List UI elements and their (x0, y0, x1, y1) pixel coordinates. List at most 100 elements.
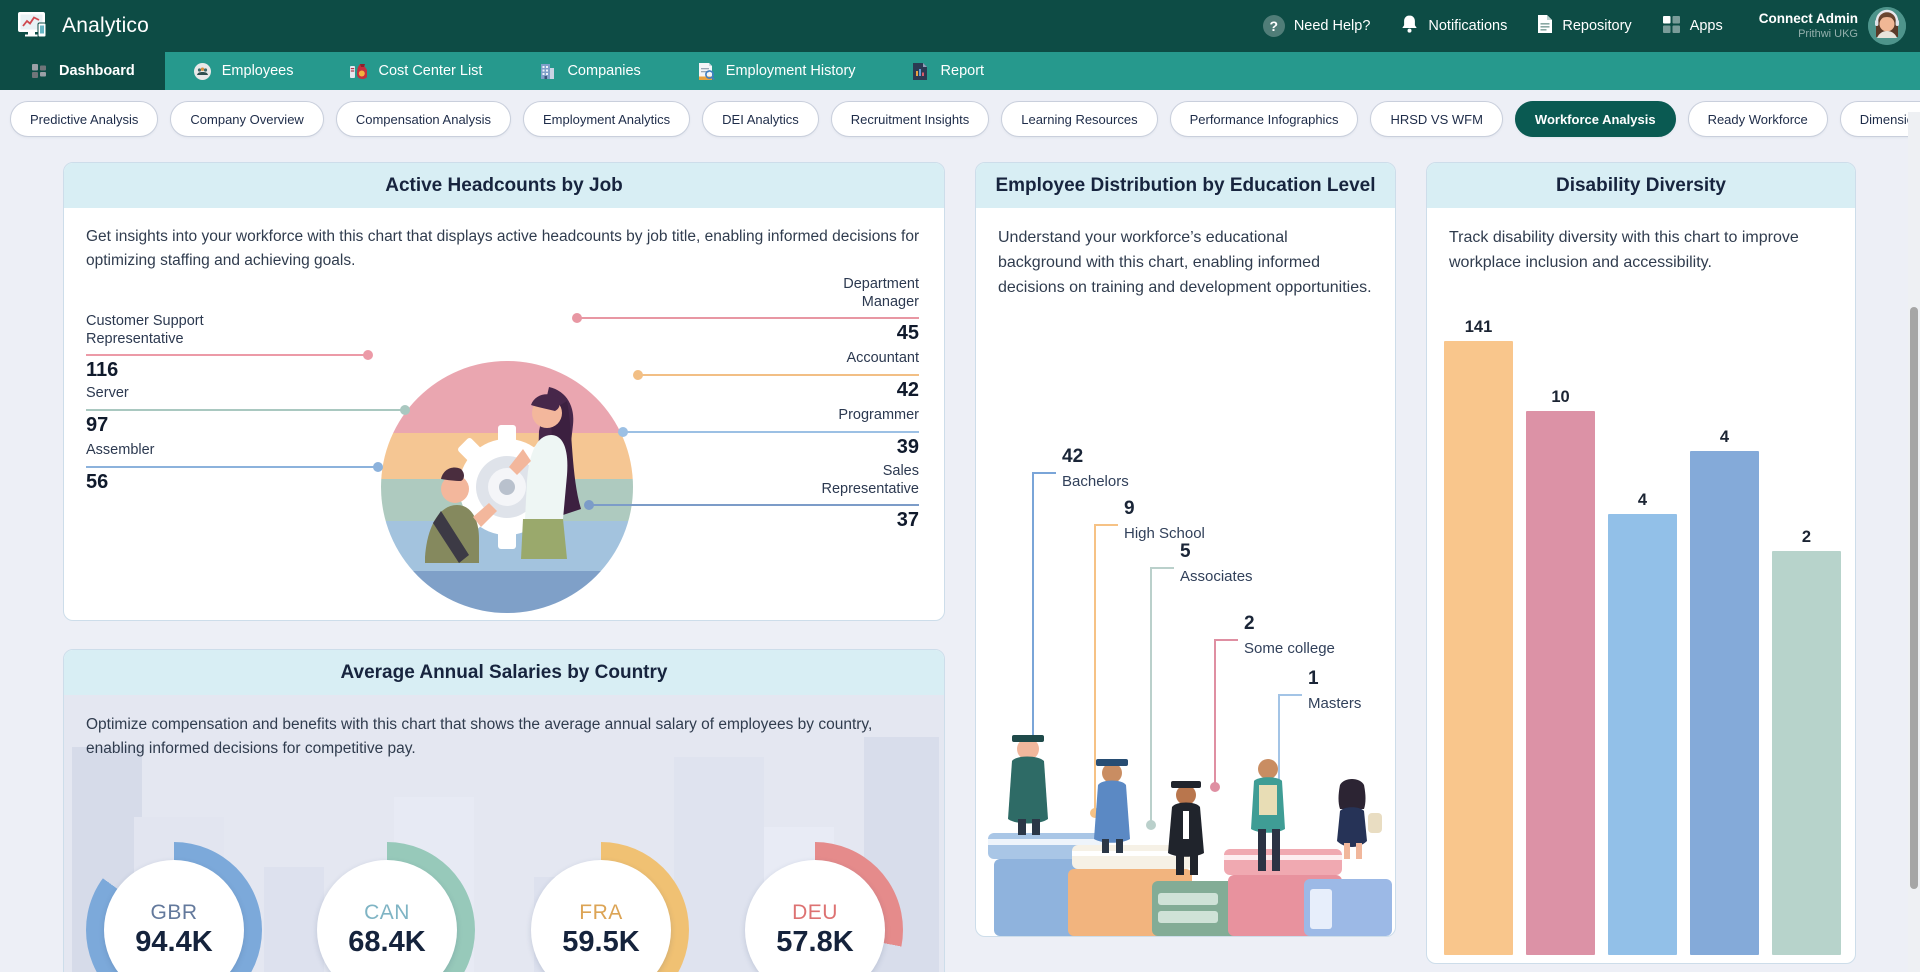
tab-label: Employees (222, 63, 294, 79)
pill-ready-workforce[interactable]: Ready Workforce (1688, 101, 1828, 137)
headcount-label: Sales Representative (784, 463, 919, 498)
avatar[interactable] (1868, 7, 1906, 45)
pill-dei-analytics[interactable]: DEI Analytics (702, 101, 819, 137)
need-help-button[interactable]: ? Need Help? (1263, 15, 1371, 37)
education-value: 5 (1180, 541, 1253, 563)
country-code: CAN (364, 901, 410, 925)
bar-value: 4 (1638, 491, 1647, 510)
headcount-value: 56 (86, 471, 378, 494)
pill-company-overview[interactable]: Company Overview (170, 101, 323, 137)
card-title: Active Headcounts by Job (64, 163, 944, 208)
education-label: Some college (1244, 640, 1335, 657)
headcount-value: 116 (86, 359, 368, 382)
bar-value: 4 (1720, 428, 1729, 447)
tab-label: Dashboard (59, 63, 135, 79)
tab-label: Report (941, 63, 985, 79)
bar-group: 10 (1526, 388, 1595, 955)
document-icon (1537, 14, 1553, 38)
headcount-item: Server 97 (86, 385, 405, 437)
headcount-value: 39 (623, 436, 919, 459)
donut-deu: DEU 57.8K (727, 842, 903, 972)
page-scrollbar-thumb[interactable] (1910, 307, 1918, 889)
pill-employment-analytics[interactable]: Employment Analytics (523, 101, 690, 137)
education-label: Associates (1180, 568, 1253, 585)
headcount-label: Programmer (623, 407, 919, 425)
history-doc-icon (697, 62, 716, 81)
headcount-item: Department Manager 45 (577, 276, 919, 345)
tab-companies[interactable]: Companies (510, 52, 668, 90)
salary-value: 68.4K (348, 926, 425, 959)
bar (1526, 411, 1595, 955)
user-org: Prithwi UKG (1759, 28, 1858, 42)
headcount-line (86, 409, 405, 411)
headcount-value: 97 (86, 414, 405, 437)
money-bag-icon (349, 62, 368, 81)
tab-dashboard[interactable]: Dashboard (0, 52, 165, 90)
card-average-salaries: Average Annual Salaries by Country Optim… (63, 649, 945, 972)
pill-predictive-analysis[interactable]: Predictive Analysis (10, 101, 158, 137)
apps-grid-icon (1662, 15, 1681, 38)
notifications-label: Notifications (1428, 18, 1507, 34)
education-value: 9 (1124, 498, 1205, 520)
bar (1608, 514, 1677, 955)
tab-cost-center-list[interactable]: Cost Center List (321, 52, 510, 90)
headcount-label: Server (86, 385, 405, 403)
card-description: Get insights into your workforce with th… (64, 208, 944, 273)
card-description: Track disability diversity with this cha… (1427, 208, 1855, 276)
bar-group: 4 (1690, 428, 1759, 955)
headcount-line (577, 317, 919, 319)
page-scrollbar-track[interactable] (1908, 112, 1920, 972)
user-name: Connect Admin (1759, 11, 1858, 28)
salary-value: 94.4K (135, 926, 212, 959)
bar-value: 2 (1802, 528, 1811, 547)
salaries-chart: Optimize compensation and benefits with … (64, 695, 944, 972)
headcount-item: Sales Representative 37 (589, 463, 919, 532)
apps-button[interactable]: Apps (1662, 15, 1723, 38)
country-code: GBR (150, 901, 197, 925)
pill-hrsd-vs-wfm[interactable]: HRSD VS WFM (1370, 101, 1502, 137)
headcount-label: Customer Support Representative (86, 313, 251, 348)
app-logo-icon (16, 11, 50, 41)
notifications-button[interactable]: Notifications (1400, 14, 1507, 38)
headcounts-chart: Customer Support Representative 116 Serv… (64, 273, 944, 621)
education-chart: 42 Bachelors 9 High School 5 Associate (976, 300, 1395, 750)
education-value: 1 (1308, 668, 1361, 690)
user-menu[interactable]: Connect Admin Prithwi UKG (1759, 7, 1906, 45)
disability-bar-chart: 141 10 4 4 2 (1444, 318, 1840, 955)
bar-value: 10 (1551, 388, 1569, 407)
donut-fra: FRA 59.5K (513, 842, 689, 972)
tab-report[interactable]: Report (884, 52, 1013, 90)
salary-value: 57.8K (776, 926, 853, 959)
pill-learning-resources[interactable]: Learning Resources (1001, 101, 1157, 137)
country-code: DEU (792, 901, 838, 925)
pill-compensation-analysis[interactable]: Compensation Analysis (336, 101, 511, 137)
headcount-value: 45 (577, 322, 919, 345)
salary-value: 59.5K (562, 926, 639, 959)
dashboard-pill-nav: Predictive Analysis Company Overview Com… (0, 90, 1920, 148)
headcount-line (589, 504, 919, 506)
pill-recruitment-insights[interactable]: Recruitment Insights (831, 101, 990, 137)
headcount-item: Programmer 39 (623, 407, 919, 459)
bell-icon (1400, 14, 1419, 38)
bar-value: 141 (1465, 318, 1493, 337)
app-title: Analytico (62, 14, 149, 38)
top-header: Analytico ? Need Help? Notifications Rep… (0, 0, 1920, 52)
tab-employees[interactable]: Employees (165, 52, 322, 90)
education-label: High School (1124, 525, 1205, 542)
pill-performance-infographics[interactable]: Performance Infographics (1170, 101, 1359, 137)
donut-gbr: GBR 94.4K (86, 842, 262, 972)
education-value: 2 (1244, 613, 1335, 635)
headcount-item: Accountant 42 (638, 350, 919, 402)
tab-label: Cost Center List (378, 63, 482, 79)
headcount-item: Customer Support Representative 116 (86, 313, 368, 382)
bar (1772, 551, 1841, 955)
building-icon (538, 62, 557, 81)
pill-workforce-analysis[interactable]: Workforce Analysis (1515, 101, 1676, 137)
repository-button[interactable]: Repository (1537, 14, 1631, 38)
headcount-line (86, 354, 368, 356)
headcount-line (623, 431, 919, 433)
card-title: Average Annual Salaries by Country (64, 650, 944, 695)
tab-employment-history[interactable]: Employment History (669, 52, 884, 90)
headcount-value: 42 (638, 379, 919, 402)
card-title: Disability Diversity (1427, 163, 1855, 208)
